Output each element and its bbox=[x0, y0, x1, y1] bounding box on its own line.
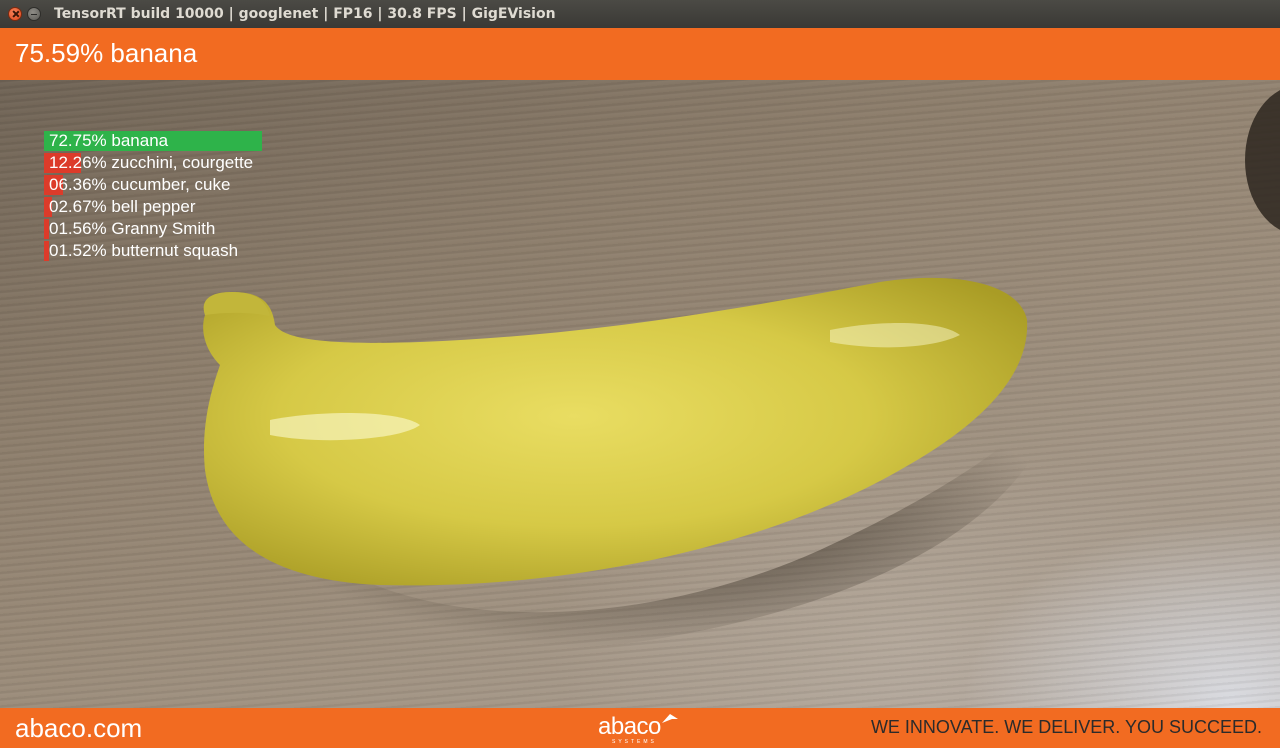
minimize-icon[interactable] bbox=[27, 7, 41, 21]
logo-subtext: SYSTEMS bbox=[612, 739, 657, 745]
window-title-bar: TensorRT build 10000 | googlenet | FP16 … bbox=[0, 0, 1280, 28]
window-title: TensorRT build 10000 | googlenet | FP16 … bbox=[54, 6, 556, 22]
top-result-text: 75.59% banana bbox=[15, 38, 198, 68]
slogan-text: WE INNOVATE. WE DELIVER. YOU SUCCEED. bbox=[870, 717, 1262, 737]
class-label: 02.67% bell pepper bbox=[49, 197, 196, 216]
camera-view: 72.75% banana 12.26% zucchini, courgette… bbox=[0, 80, 1280, 708]
class-row: 72.75% banana bbox=[44, 130, 304, 152]
class-row: 01.56% Granny Smith bbox=[44, 218, 304, 240]
abaco-logo: abaco SYSTEMS bbox=[598, 711, 688, 745]
class-row: 12.26% zucchini, courgette bbox=[44, 152, 304, 174]
class-row: 06.36% cucumber, cuke bbox=[44, 174, 304, 196]
logo-arrow-icon bbox=[662, 714, 678, 723]
logo-wordmark: abaco bbox=[598, 713, 661, 740]
website-text: abaco.com bbox=[15, 713, 143, 743]
class-label: 12.26% zucchini, courgette bbox=[49, 153, 254, 172]
class-label: 01.52% butternut squash bbox=[49, 241, 239, 260]
class-label: 01.56% Granny Smith bbox=[49, 219, 216, 238]
classification-overlay: 72.75% banana 12.26% zucchini, courgette… bbox=[44, 130, 304, 262]
top-result-bar: 75.59% banana bbox=[0, 28, 1280, 80]
class-label: 72.75% banana bbox=[49, 131, 169, 150]
class-row: 02.67% bell pepper bbox=[44, 196, 304, 218]
close-icon[interactable] bbox=[8, 7, 22, 21]
footer-bar: abaco.com abaco SYSTEMS WE INNOVATE. WE … bbox=[0, 708, 1280, 748]
class-row: 01.52% butternut squash bbox=[44, 240, 304, 262]
class-label: 06.36% cucumber, cuke bbox=[49, 175, 231, 194]
